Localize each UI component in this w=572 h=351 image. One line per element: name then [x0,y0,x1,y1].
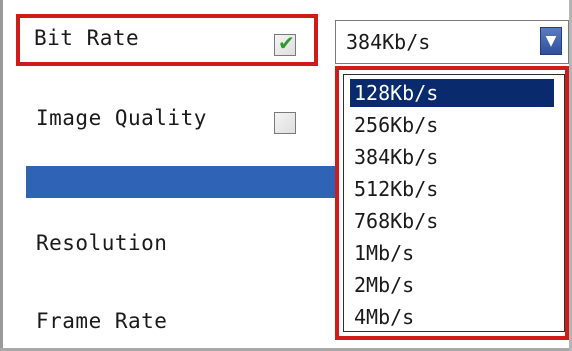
image-quality-checkbox[interactable] [274,112,296,134]
resolution-label: Resolution [36,231,168,255]
bit-rate-select[interactable]: 384Kb/s ▼ [335,20,569,64]
dropdown-option[interactable]: 2Mb/s [350,271,554,299]
dropdown-option[interactable]: 768Kb/s [350,207,554,235]
bit-rate-select-value: 384Kb/s [346,30,431,54]
panel-border-left [0,0,3,351]
dropdown-option[interactable]: 4Mb/s [350,303,554,331]
section-header-bar [26,166,338,198]
triangle-down-icon[interactable]: ▼ [540,27,562,55]
dropdown-option[interactable]: 128Kb/s [350,79,554,107]
dropdown-option[interactable]: 256Kb/s [350,111,554,139]
settings-panel: Bit Rate ✔ 384Kb/s ▼ Image Quality Resol… [0,0,572,351]
image-quality-label: Image Quality [36,106,207,130]
bit-rate-dropdown-list: 128Kb/s 256Kb/s 384Kb/s 512Kb/s 768Kb/s … [335,66,569,340]
dropdown-option[interactable]: 512Kb/s [350,175,554,203]
dropdown-option[interactable]: 1Mb/s [350,239,554,267]
bit-rate-label: Bit Rate [34,26,140,50]
bit-rate-checkbox[interactable]: ✔ [274,31,296,56]
dropdown-list-frame: 128Kb/s 256Kb/s 384Kb/s 512Kb/s 768Kb/s … [343,74,565,332]
dropdown-option[interactable]: 384Kb/s [350,143,554,171]
checkmark-icon: ✔ [278,31,295,55]
frame-rate-label: Frame Rate [36,309,168,333]
